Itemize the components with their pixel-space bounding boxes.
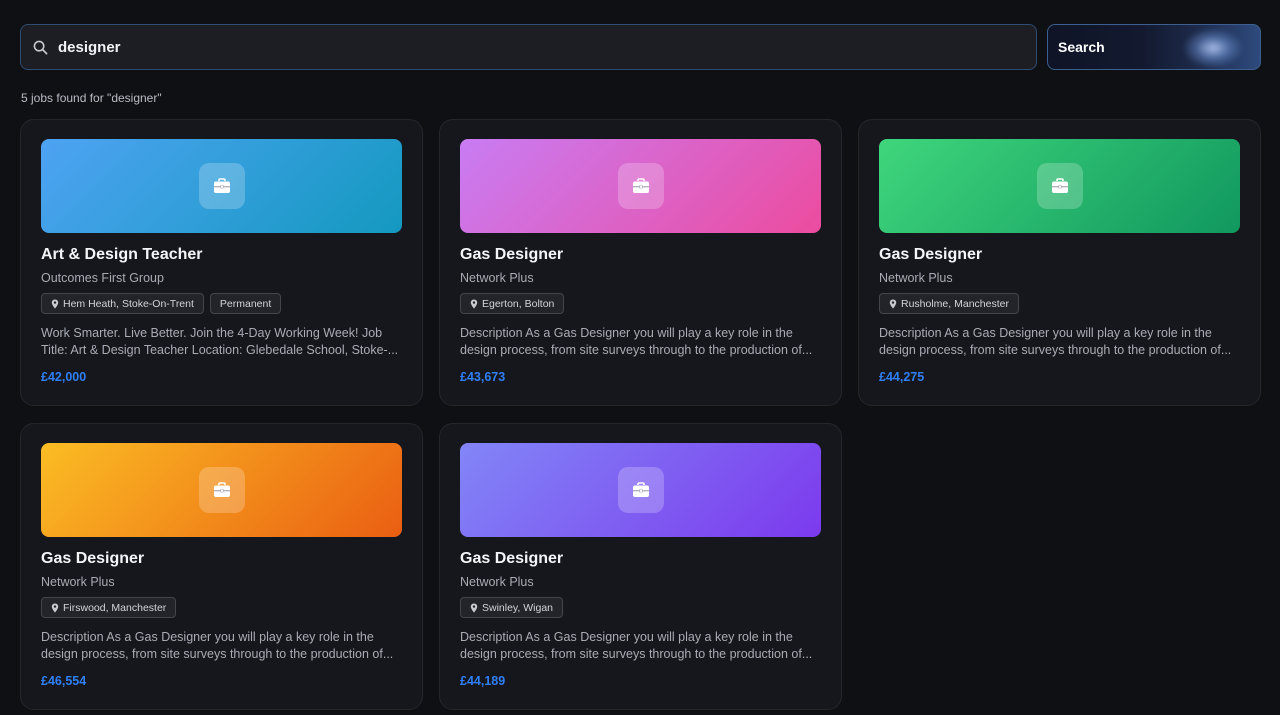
- button-glow: [1184, 29, 1242, 67]
- location-text: Egerton, Bolton: [482, 297, 555, 310]
- briefcase-icon: [198, 467, 245, 513]
- location-text: Swinley, Wigan: [482, 601, 553, 614]
- location-tag: Hem Heath, Stoke-On-Trent: [41, 293, 204, 314]
- company-name: Network Plus: [460, 271, 534, 285]
- location-tag: Swinley, Wigan: [460, 597, 563, 618]
- job-title[interactable]: Gas Designer: [879, 246, 982, 264]
- location-tag: Firswood, Manchester: [41, 597, 177, 618]
- job-card-banner: [460, 443, 821, 537]
- job-title[interactable]: Gas Designer: [460, 246, 563, 264]
- job-salary: £44,189: [460, 674, 506, 688]
- search-input[interactable]: [58, 25, 1036, 69]
- job-salary: £44,275: [879, 370, 925, 384]
- job-search-page: Search 5 jobs found for "designer" Art &…: [0, 0, 1280, 715]
- search-icon: [33, 39, 49, 55]
- search-button[interactable]: Search: [1047, 24, 1261, 70]
- company-name: Network Plus: [41, 575, 115, 589]
- job-salary: £46,554: [41, 674, 87, 688]
- job-description: Description As a Gas Designer you will p…: [460, 326, 813, 357]
- location-text: Hem Heath, Stoke-On-Trent: [63, 297, 194, 310]
- job-tags: Rusholme, Manchester: [879, 293, 1019, 314]
- location-tag: Egerton, Bolton: [460, 293, 565, 314]
- job-card[interactable]: Gas Designer Network Plus Rusholme, Manc…: [858, 119, 1261, 406]
- company-name: Network Plus: [879, 271, 953, 285]
- job-description: Work Smarter. Live Better. Join the 4-Da…: [41, 326, 399, 357]
- job-card-banner: [460, 139, 821, 233]
- results-count: 5 jobs found for "designer": [21, 91, 162, 105]
- location-text: Rusholme, Manchester: [901, 297, 1009, 310]
- job-card-banner: [879, 139, 1240, 233]
- contract-tag: Permanent: [209, 293, 282, 314]
- location-text: Firswood, Manchester: [63, 601, 167, 614]
- location-tag: Rusholme, Manchester: [879, 293, 1019, 314]
- location-pin-icon: [889, 299, 897, 309]
- job-tags: Swinley, Wigan: [460, 597, 563, 618]
- search-button-label: Search: [1058, 39, 1105, 55]
- location-pin-icon: [470, 603, 478, 613]
- search-bar: Search: [20, 24, 1261, 70]
- briefcase-icon: [198, 163, 245, 209]
- job-description: Description As a Gas Designer you will p…: [41, 630, 394, 661]
- job-tags: Egerton, Bolton: [460, 293, 565, 314]
- job-card[interactable]: Gas Designer Network Plus Egerton, Bolto…: [439, 119, 842, 406]
- location-pin-icon: [470, 299, 478, 309]
- search-field[interactable]: [20, 24, 1037, 70]
- job-title[interactable]: Art & Design Teacher: [41, 246, 203, 264]
- job-description: Description As a Gas Designer you will p…: [460, 630, 813, 661]
- briefcase-icon: [617, 467, 664, 513]
- company-name: Outcomes First Group: [41, 271, 164, 285]
- job-card[interactable]: Gas Designer Network Plus Swinley, Wigan…: [439, 423, 842, 710]
- briefcase-icon: [1036, 163, 1083, 209]
- location-pin-icon: [51, 299, 59, 309]
- job-card[interactable]: Art & Design Teacher Outcomes First Grou…: [20, 119, 423, 406]
- job-card[interactable]: Gas Designer Network Plus Firswood, Manc…: [20, 423, 423, 710]
- briefcase-icon: [617, 163, 664, 209]
- company-name: Network Plus: [460, 575, 534, 589]
- job-title[interactable]: Gas Designer: [41, 550, 144, 568]
- job-title[interactable]: Gas Designer: [460, 550, 563, 568]
- job-description: Description As a Gas Designer you will p…: [879, 326, 1232, 357]
- job-tags: Hem Heath, Stoke-On-Trent Permanent: [41, 293, 282, 314]
- job-card-banner: [41, 139, 402, 233]
- job-card-banner: [41, 443, 402, 537]
- location-pin-icon: [51, 603, 59, 613]
- job-salary: £42,000: [41, 370, 87, 384]
- job-tags: Firswood, Manchester: [41, 597, 177, 618]
- job-salary: £43,673: [460, 370, 506, 384]
